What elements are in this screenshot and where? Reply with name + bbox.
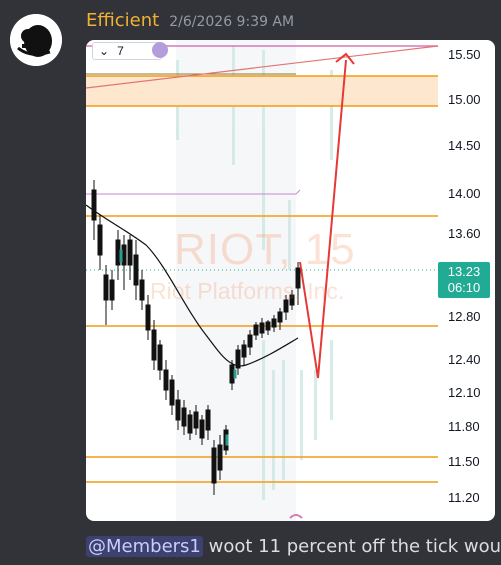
y-tick: 15.50 [448, 47, 481, 62]
bar-countdown: 06:10 [447, 280, 481, 295]
timestamp: 2/6/2026 9:39 AM [169, 14, 295, 30]
current-price-label: 13.23 06:10 [438, 262, 490, 298]
message-content: @Members1 woot 11 percent off the tick w… [86, 536, 501, 557]
role-mention[interactable]: @Members1 [86, 536, 203, 557]
sync-icon[interactable] [152, 42, 168, 58]
message-header: Efficient 2/6/2026 9:39 AM [86, 10, 294, 34]
y-tick: 11.20 [448, 490, 480, 505]
y-tick: 15.00 [448, 92, 481, 107]
chart-image-attachment[interactable]: ⌄ 7 RIOT, 15 Riot Platforms, Inc. 15.50 … [86, 40, 495, 521]
y-tick: 11.50 [448, 454, 480, 469]
interval-value: 7 [117, 44, 124, 58]
chart-watermark-name: Riot Platforms, Inc. [150, 278, 345, 304]
projection-arrow [299, 59, 347, 379]
avatar[interactable] [10, 14, 62, 66]
y-tick: 12.80 [448, 309, 481, 324]
chart-watermark-symbol: RIOT, 15 [174, 225, 356, 274]
chevron-down-icon: ⌄ [99, 44, 110, 58]
avatar-image [10, 14, 62, 66]
username[interactable]: Efficient [86, 10, 159, 31]
current-price: 13.23 [447, 264, 481, 279]
y-tick: 14.00 [448, 186, 481, 201]
y-tick: 12.40 [448, 352, 481, 367]
y-tick: 12.10 [448, 385, 481, 400]
y-tick: 13.60 [448, 226, 481, 241]
message-text: woot 11 percent off the tick wou [202, 536, 501, 557]
y-tick: 11.80 [448, 419, 480, 434]
y-tick: 14.50 [448, 138, 481, 153]
